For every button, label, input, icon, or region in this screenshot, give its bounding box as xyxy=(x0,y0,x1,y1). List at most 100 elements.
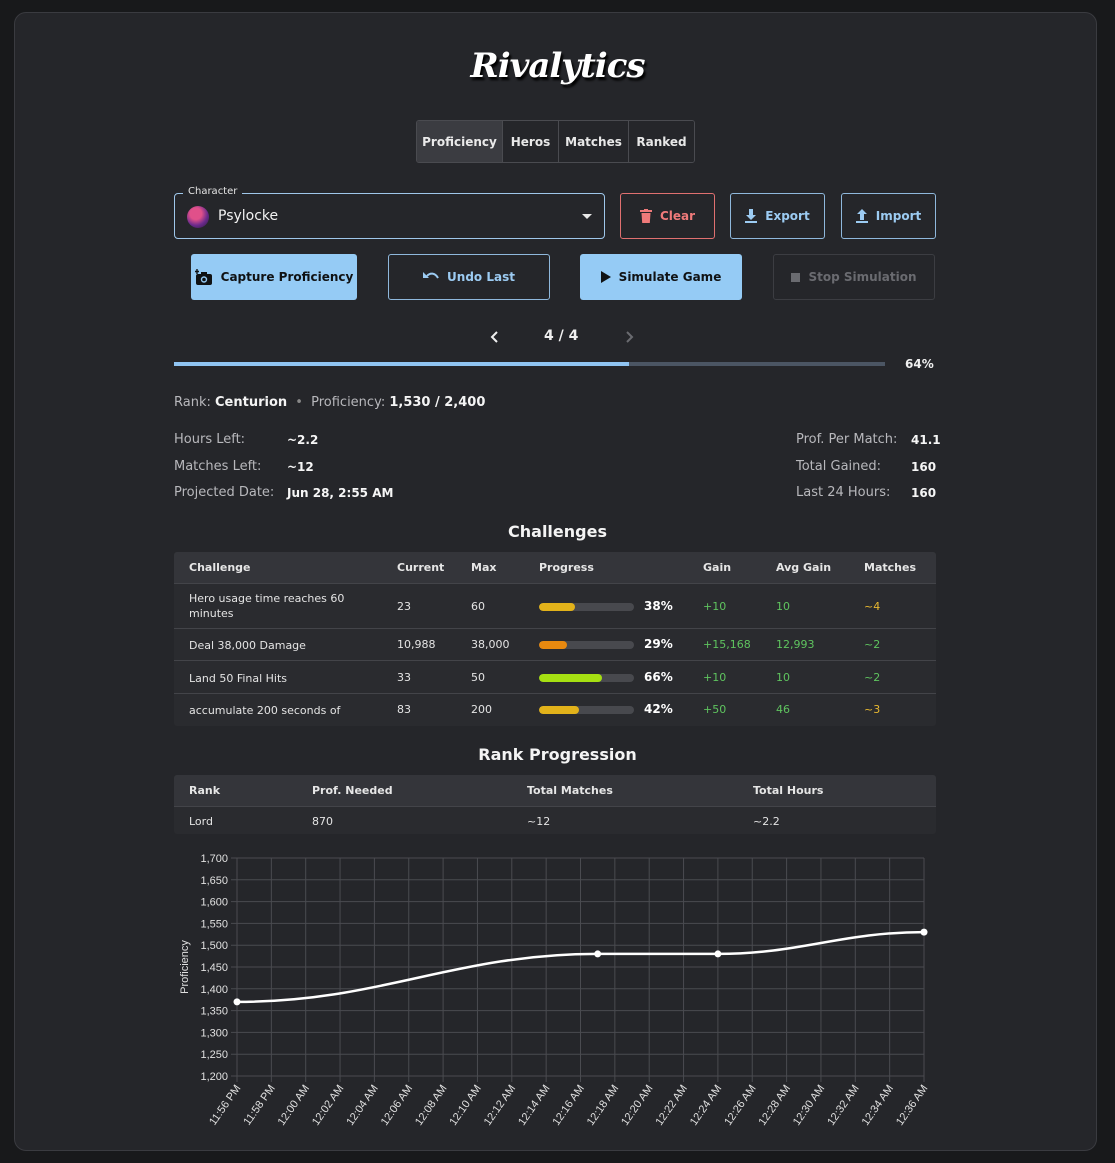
gain-cell: +10 xyxy=(703,600,727,613)
col-matches: Matches xyxy=(864,561,916,574)
total-matches-cell: ~12 xyxy=(527,815,551,828)
tab-proficiency[interactable]: Proficiency xyxy=(417,121,503,162)
x-tick-label: 12:14 AM xyxy=(516,1083,552,1128)
matches-cell: ~2 xyxy=(864,671,881,684)
clear-button[interactable]: Clear xyxy=(620,193,715,239)
challenge-progress-bar xyxy=(539,641,634,649)
upload-icon xyxy=(855,209,868,223)
total-gained-label: Total Gained: xyxy=(796,459,882,474)
trash-icon xyxy=(639,209,652,223)
chart-svg: 1,700 1,650 1,600 1,550 1,500 1,450 1,400 1,350… xyxy=(179,853,930,1128)
progress-fill xyxy=(174,362,630,366)
stop-icon xyxy=(791,272,801,282)
y-tick-label: 1,250 xyxy=(200,1049,228,1061)
x-tick-label: 12:30 AM xyxy=(791,1083,827,1128)
gain-cell: +15,168 xyxy=(703,638,751,651)
chevron-right-icon[interactable] xyxy=(624,331,634,343)
rank-summary: Rank: Centurion • Proficiency: 1,530 / 2… xyxy=(174,395,485,410)
total-gained-value: 160 xyxy=(911,460,937,474)
matches-cell: ~2 xyxy=(864,638,881,651)
hours-left-label: Hours Left: xyxy=(174,432,246,447)
col-total-hours: Total Hours xyxy=(753,784,824,797)
challenges-title: Challenges xyxy=(508,522,607,541)
gain-cell: +10 xyxy=(703,671,727,684)
x-tick-label: 12:18 AM xyxy=(585,1083,621,1128)
stop-label: Stop Simulation xyxy=(808,270,917,284)
challenges-header-row: Challenge Current Max Progress Gain Avg … xyxy=(174,552,936,583)
tab-matches[interactable]: Matches xyxy=(559,121,629,162)
character-value: Psylocke xyxy=(218,208,279,224)
rank-cell: Lord xyxy=(189,815,213,828)
table-row: Land 50 Final Hits 33 50 +10 10 ~2 66% xyxy=(174,660,936,693)
capture-proficiency-button[interactable]: Capture Proficiency xyxy=(191,254,357,300)
y-tick-label: 1,400 xyxy=(200,984,228,996)
prof-needed-cell: 870 xyxy=(312,815,333,828)
progress-label: 64% xyxy=(905,357,934,371)
tab-ranked[interactable]: Ranked xyxy=(629,121,694,162)
separator-dot: • xyxy=(295,395,303,410)
import-label: Import xyxy=(875,209,922,223)
x-tick-label: 12:22 AM xyxy=(654,1083,690,1128)
col-avg-gain: Avg Gain xyxy=(776,561,832,574)
table-row: Deal 38,000 Damage 10,988 38,000 +15,168 12,… xyxy=(174,628,936,660)
matches-left-value: ~12 xyxy=(287,460,314,474)
capture-label: Capture Proficiency xyxy=(220,270,354,284)
character-legend: Character xyxy=(183,186,243,197)
x-tick-label: 12:32 AM xyxy=(825,1083,861,1128)
col-current: Current xyxy=(397,561,445,574)
challenge-progress-fill xyxy=(539,706,579,714)
x-tick-label: 12:20 AM xyxy=(619,1083,655,1128)
x-tick-label: 12:10 AM xyxy=(447,1083,483,1128)
proficiency-chart: 1,700 1,650 1,600 1,550 1,500 1,450 1,400 1,350… xyxy=(174,844,936,1144)
current-cell: 23 xyxy=(397,600,411,613)
y-tick-label: 1,350 xyxy=(200,1006,228,1018)
col-max: Max xyxy=(471,561,497,574)
x-tick-label: 12:12 AM xyxy=(482,1083,518,1128)
x-tick-label: 12:02 AM xyxy=(310,1083,346,1128)
rank-progression-table: Rank Prof. Needed Total Matches Total Ho… xyxy=(174,775,936,834)
projected-date-label: Projected Date: xyxy=(174,485,275,500)
challenge-progress-bar xyxy=(539,706,634,714)
projected-date-value: Jun 28, 2:55 AM xyxy=(287,486,394,500)
challenge-progress-fill xyxy=(539,674,602,682)
tab-heros[interactable]: Heros xyxy=(503,121,559,162)
export-button[interactable]: Export xyxy=(730,193,825,239)
y-axis-label: Proficiency xyxy=(179,940,191,994)
col-gain: Gain xyxy=(703,561,732,574)
challenge-progress-percent: 66% xyxy=(644,670,673,684)
data-point xyxy=(233,998,241,1006)
undo-last-button[interactable]: Undo Last xyxy=(388,254,550,300)
current-cell: 33 xyxy=(397,671,411,684)
x-tick-label: 12:16 AM xyxy=(550,1083,586,1128)
tab-bar: Proficiency Heros Matches Ranked xyxy=(416,120,695,163)
undo-label: Undo Last xyxy=(447,270,515,284)
x-tick-label: 12:24 AM xyxy=(688,1083,724,1128)
col-progress: Progress xyxy=(539,561,594,574)
play-icon xyxy=(600,271,611,283)
y-tick-label: 1,600 xyxy=(200,897,228,909)
export-label: Export xyxy=(765,209,810,223)
current-cell: 10,988 xyxy=(397,638,436,651)
download-icon xyxy=(745,209,758,223)
character-select[interactable]: Character Psylocke xyxy=(174,186,605,239)
gain-cell: +50 xyxy=(703,703,727,716)
challenge-name-cell: accumulate 200 seconds of xyxy=(189,704,341,717)
data-point xyxy=(594,950,602,958)
import-button[interactable]: Import xyxy=(841,193,936,239)
caret-down-icon xyxy=(582,214,592,219)
page-indicator: 4 / 4 xyxy=(544,328,579,344)
y-tick-label: 1,550 xyxy=(200,918,228,930)
simulate-game-button[interactable]: Simulate Game xyxy=(580,254,742,300)
stop-simulation-button[interactable]: Stop Simulation xyxy=(773,254,935,300)
challenge-progress-fill xyxy=(539,603,576,611)
avg-gain-cell: 46 xyxy=(776,703,790,716)
chevron-left-icon[interactable] xyxy=(490,331,500,343)
challenge-progress-percent: 29% xyxy=(644,637,673,651)
challenge-progress-bar xyxy=(539,674,634,682)
y-tick-label: 1,450 xyxy=(200,962,228,974)
x-tick-label: 12:08 AM xyxy=(413,1083,449,1128)
col-total-matches: Total Matches xyxy=(527,784,613,797)
challenge-name-cell: Hero usage time reaches 60 minutes xyxy=(189,592,345,620)
hours-left-value: ~2.2 xyxy=(287,433,319,447)
table-row: Lord 870 ~12 ~2.2 xyxy=(174,806,936,834)
